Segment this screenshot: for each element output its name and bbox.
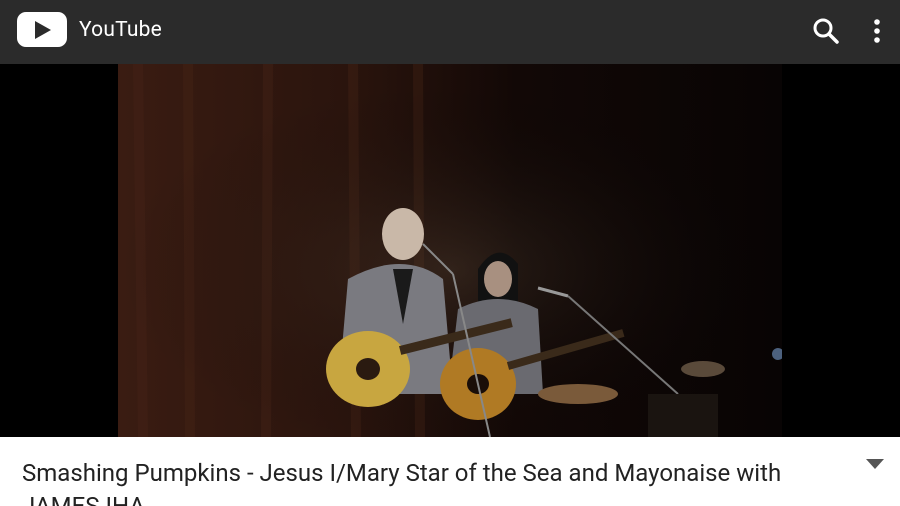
video-frame[interactable] — [118, 64, 782, 437]
app-bar: YouTube — [0, 0, 900, 64]
video-title: Smashing Pumpkins - Jesus I/Mary Star of… — [22, 459, 782, 506]
expand-description-button[interactable] — [862, 455, 888, 475]
youtube-logo-icon[interactable] — [17, 12, 67, 47]
search-icon — [813, 18, 839, 44]
video-player[interactable] — [0, 64, 900, 437]
app-title: YouTube — [79, 18, 162, 42]
concert-video-frame — [118, 64, 782, 437]
more-options-button[interactable] — [866, 14, 888, 50]
search-button[interactable] — [808, 14, 844, 50]
more-vert-icon — [874, 19, 880, 43]
chevron-down-icon — [866, 459, 884, 469]
video-info-panel: Smashing Pumpkins - Jesus I/Mary Star of… — [0, 437, 900, 506]
